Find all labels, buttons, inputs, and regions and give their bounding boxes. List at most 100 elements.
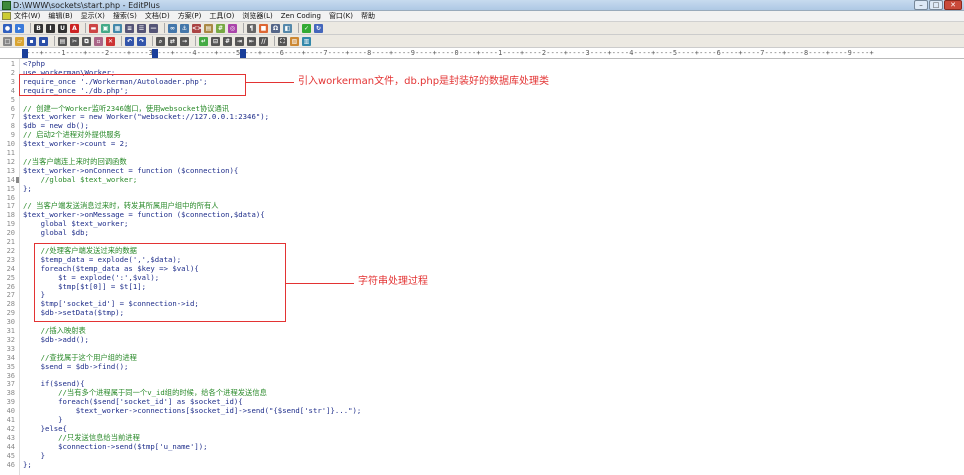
form-icon[interactable]: ▤ (204, 23, 213, 33)
ruler-icon[interactable]: ⊟ (211, 36, 220, 46)
menu-item[interactable]: 文档(D) (145, 11, 170, 22)
toolbar-separator (121, 36, 122, 46)
underline-icon[interactable]: U (58, 23, 67, 33)
color-icon[interactable]: ■ (259, 23, 268, 33)
replace-icon[interactable]: ⇄ (168, 36, 177, 46)
line-number: 11 (6, 149, 15, 157)
fullscreen-icon[interactable]: ⛶ (278, 36, 287, 46)
minimize-button[interactable]: – (914, 0, 928, 10)
bold-icon[interactable]: B (34, 23, 43, 33)
wordwrap-icon[interactable]: ↵ (199, 36, 208, 46)
preview-icon[interactable]: ◎ (228, 23, 237, 33)
code-line[interactable]: global $db; (23, 228, 89, 238)
code-line[interactable]: $connection->send($tmp['u_name']); (23, 442, 207, 452)
menu-item[interactable]: 浏览器(L) (242, 11, 272, 22)
dir-icon[interactable]: ◧ (283, 23, 292, 33)
line-number: 43 (6, 433, 15, 442)
paste-icon[interactable]: ▫ (94, 36, 103, 46)
list-icon[interactable]: ☰ (137, 23, 146, 33)
check-icon[interactable]: ✓ (302, 23, 311, 33)
menu-item[interactable]: 方案(P) (178, 11, 202, 22)
image-icon[interactable]: ▣ (101, 23, 110, 33)
document-icon[interactable] (2, 12, 11, 20)
redo-icon[interactable]: ↷ (137, 36, 146, 46)
line-number: 22 (6, 246, 15, 255)
line-number: 37 (6, 380, 15, 389)
toolbar-separator (243, 23, 244, 33)
line-number: 26 (6, 282, 15, 291)
save-all-icon[interactable]: ▪ (39, 36, 48, 46)
comment-icon[interactable]: // (259, 36, 268, 46)
code-line[interactable]: }; (23, 184, 32, 194)
line-number: 23 (6, 255, 15, 264)
new-icon[interactable]: ● (3, 23, 12, 33)
title-bar: D:\WWW\sockets\start.php - EditPlus – □ … (0, 0, 964, 11)
menu-item[interactable]: 帮助 (361, 11, 375, 22)
align-icon[interactable]: ≡ (125, 23, 134, 33)
linenum-icon[interactable]: # (223, 36, 232, 46)
line-number: 21 (6, 238, 15, 246)
outdent-icon[interactable]: ⇤ (247, 36, 256, 46)
file-new-icon[interactable]: □ (3, 36, 12, 46)
menu-item[interactable]: 显示(X) (81, 11, 105, 22)
line-number: 34 (6, 353, 15, 362)
file-open-icon[interactable]: ▱ (15, 36, 24, 46)
annotation-box-includes (19, 74, 246, 96)
code-line[interactable]: $text_worker->connections[$socket_id]->s… (23, 406, 362, 416)
save-icon[interactable]: ▪ (27, 36, 36, 46)
code-line[interactable]: $text_worker->count = 2; (23, 139, 128, 149)
highlight-icon[interactable]: ▬ (89, 23, 98, 33)
menu-item[interactable]: 编辑(B) (48, 11, 72, 22)
delete-icon[interactable]: ✕ (106, 36, 115, 46)
menu-item[interactable]: 窗口(K) (329, 11, 353, 22)
menu-item[interactable]: 搜索(S) (113, 11, 137, 22)
indent-icon[interactable]: ⇥ (235, 36, 244, 46)
hr-icon[interactable]: — (149, 23, 158, 33)
toolbar-separator (152, 36, 153, 46)
toolbar-separator (30, 23, 31, 33)
cliptext-icon[interactable]: ▧ (290, 36, 299, 46)
find-icon[interactable]: ⌕ (156, 36, 165, 46)
menu-item[interactable]: 文件(W) (14, 11, 40, 22)
ruler-marker-a (152, 49, 158, 58)
copy-icon[interactable]: ⧉ (82, 36, 91, 46)
current-line-marker (16, 177, 19, 184)
menu-item[interactable]: Zen Coding (281, 11, 321, 22)
line-number: 41 (6, 416, 15, 424)
dirwin-icon[interactable]: ▥ (302, 36, 311, 46)
table-icon[interactable]: ▦ (113, 23, 122, 33)
maximize-button[interactable]: □ (929, 0, 943, 10)
code-line[interactable]: //global $text_worker; (23, 175, 138, 185)
code-line[interactable]: }; (23, 460, 32, 470)
font-color-icon[interactable]: A (70, 23, 79, 33)
open-icon[interactable]: ▸ (15, 23, 24, 33)
line-number: 4 (10, 86, 15, 95)
link-icon[interactable]: ∞ (168, 23, 177, 33)
code-icon[interactable]: <> (192, 23, 202, 33)
line-number: 17 (6, 202, 15, 211)
line-number: 32 (6, 335, 15, 344)
italic-icon[interactable]: I (46, 23, 55, 33)
annotation-text-string-processing: 字符串处理过程 (358, 276, 428, 287)
css-icon[interactable]: # (216, 23, 225, 33)
code-line[interactable]: $db->add(); (23, 335, 89, 345)
menu-item[interactable]: 工具(O) (209, 11, 234, 22)
toolbar-separator (274, 36, 275, 46)
undo-icon[interactable]: ↶ (125, 36, 134, 46)
goto-icon[interactable]: → (180, 36, 189, 46)
close-button[interactable]: ✕ (944, 0, 962, 10)
print-icon[interactable]: ▤ (58, 36, 67, 46)
anchor-icon[interactable]: ⚓ (180, 23, 189, 33)
chars-icon[interactable]: Ω (271, 23, 280, 33)
line-number: 35 (6, 362, 15, 371)
line-number: 3 (10, 77, 15, 86)
toolbar-separator (195, 36, 196, 46)
code-line[interactable]: $send = $db->find(); (23, 362, 129, 372)
cut-icon[interactable]: ✂ (70, 36, 79, 46)
line-number: 30 (6, 318, 15, 327)
line-number: 18 (6, 211, 15, 220)
line-number: 29 (6, 309, 15, 318)
sync-icon[interactable]: ↻ (314, 23, 323, 33)
nbsp-icon[interactable]: ¶ (247, 23, 256, 33)
ruler-cursor-marker (22, 49, 28, 58)
